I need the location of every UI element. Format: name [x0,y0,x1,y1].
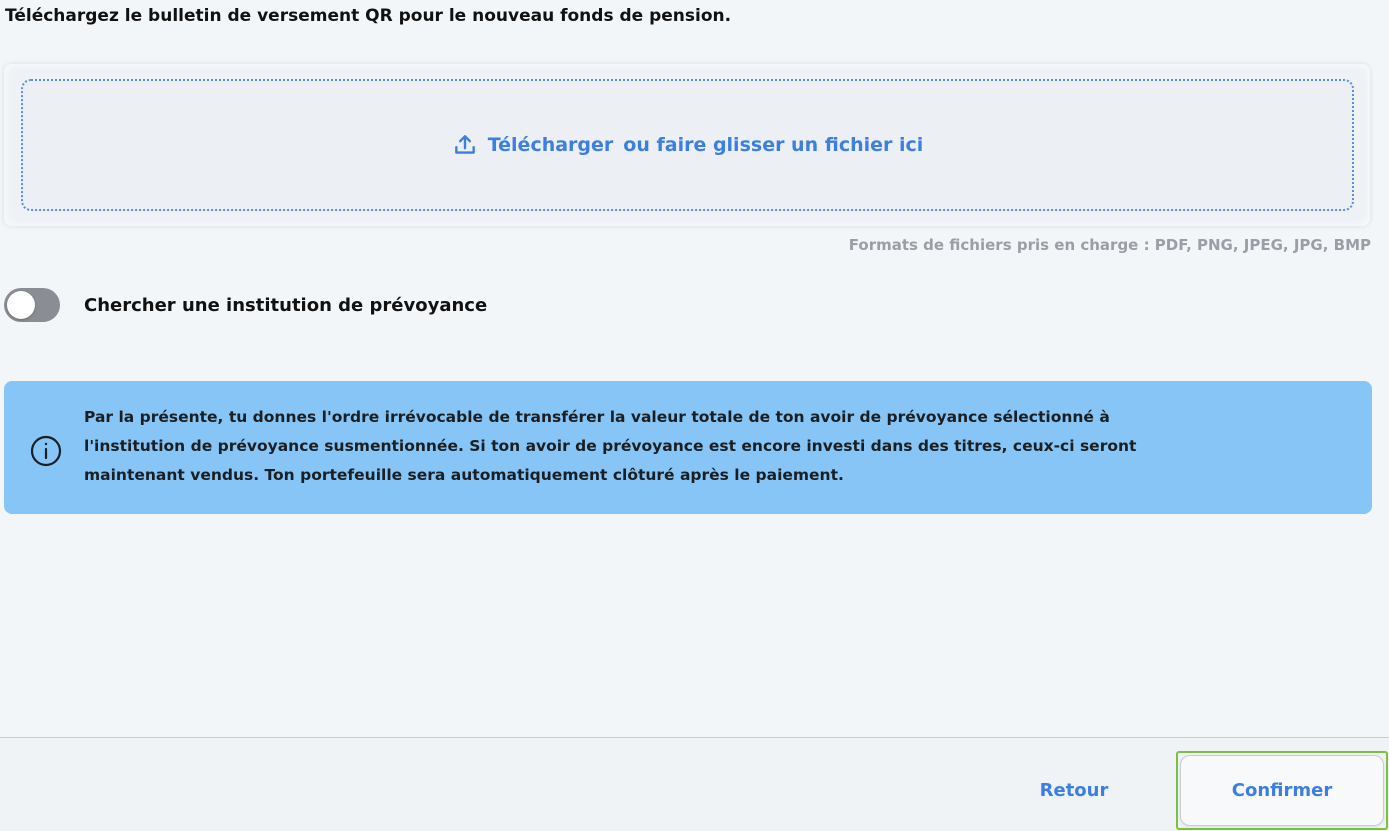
toggle-knob [7,291,35,319]
file-dropzone[interactable]: Télécharger ou faire glisser un fichier … [21,79,1354,211]
info-line: maintenant vendus. Ton portefeuille sera… [84,466,844,484]
search-institution-toggle[interactable] [4,288,60,322]
back-button[interactable]: Retour [1015,778,1133,804]
dropzone-hint: ou faire glisser un fichier ici [623,134,924,156]
page: Téléchargez le bulletin de versement QR … [0,0,1389,831]
dropzone-content: Télécharger ou faire glisser un fichier … [23,132,1352,158]
info-text: Par la présente, tu donnes l'ordre irrév… [84,403,1344,490]
confirm-button[interactable]: Confirmer [1180,755,1384,826]
supported-formats: Formats de fichiers pris en charge : PDF… [848,236,1371,254]
toggle-label: Chercher une institution de prévoyance [84,294,488,316]
search-institution-row: Chercher une institution de prévoyance [4,288,487,322]
info-box: Par la présente, tu donnes l'ordre irrév… [4,381,1372,514]
page-instruction: Téléchargez le bulletin de versement QR … [5,6,732,26]
info-line: Par la présente, tu donnes l'ordre irrév… [84,408,1110,426]
upload-icon [452,132,478,158]
info-line: l'institution de prévoyance susmentionné… [84,437,1137,455]
upload-link[interactable]: Télécharger [488,134,614,156]
info-icon [28,433,64,469]
